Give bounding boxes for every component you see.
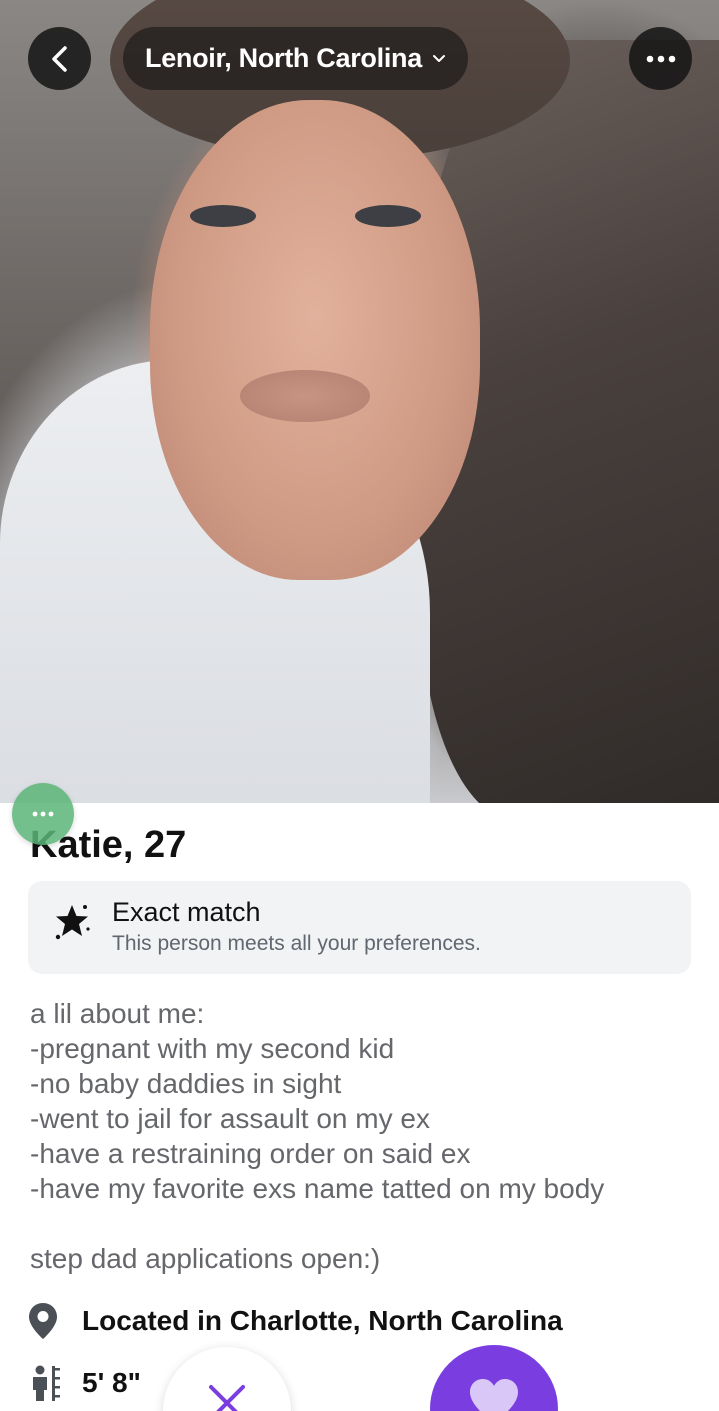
chevron-down-icon <box>432 54 445 62</box>
profile-photo[interactable] <box>0 0 719 803</box>
exact-match-subtitle: This person meets all your preferences. <box>112 932 481 955</box>
location-selector[interactable]: Lenoir, North Carolina <box>123 27 468 90</box>
more-options-button[interactable] <box>629 27 692 90</box>
exact-match-title: Exact match <box>112 897 261 927</box>
bio-line: -went to jail for assault on my ex <box>30 1103 430 1134</box>
x-icon <box>209 1385 245 1411</box>
bio-line: -no baby daddies in sight <box>30 1068 342 1099</box>
heart-icon <box>470 1379 518 1411</box>
back-button[interactable] <box>28 27 91 90</box>
chat-bubble-icon <box>32 811 54 817</box>
exact-match-card: Exact match This person meets all your p… <box>28 881 691 974</box>
bio-line: -have a restraining order on said ex <box>30 1138 471 1169</box>
profile-location-row: Located in Charlotte, North Carolina <box>28 1302 563 1340</box>
bio-line: -pregnant with my second kid <box>30 1033 395 1064</box>
bio-footer: step dad applications open:) <box>30 1243 381 1274</box>
photo-face <box>150 100 480 580</box>
location-pin-icon <box>29 1303 57 1339</box>
bio-line: a lil about me: <box>30 998 205 1029</box>
chat-head-button[interactable] <box>12 783 74 845</box>
more-horizontal-icon <box>646 55 675 62</box>
pass-button[interactable] <box>163 1347 291 1411</box>
profile-height-row: 5' 8" <box>30 1364 141 1402</box>
location-selector-label: Lenoir, North Carolina <box>145 43 422 73</box>
bio-line: -have my favorite exs name tatted on my … <box>30 1173 605 1204</box>
like-button[interactable] <box>430 1345 558 1411</box>
sparkle-star-icon <box>55 905 90 940</box>
photo-eye-right <box>355 205 421 227</box>
photo-lips <box>240 370 370 422</box>
profile-location-text: Located in Charlotte, North Carolina <box>82 1305 563 1336</box>
height-ruler-icon <box>33 1365 60 1401</box>
chevron-left-icon <box>51 45 67 72</box>
profile-height-text: 5' 8" <box>82 1367 141 1398</box>
profile-bio: a lil about me: -pregnant with my second… <box>30 996 700 1276</box>
photo-eye-left <box>190 205 256 227</box>
